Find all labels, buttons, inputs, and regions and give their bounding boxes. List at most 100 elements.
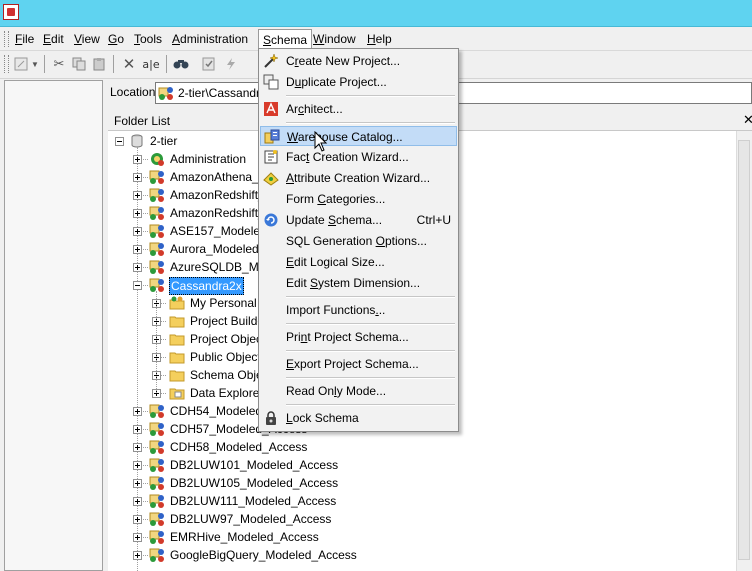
check-icon[interactable] (200, 55, 218, 73)
close-icon[interactable]: ✕ (743, 112, 752, 128)
tree-item-label[interactable]: Data Explorer (189, 385, 264, 401)
menu-window[interactable]: Window (312, 30, 357, 48)
menu-file[interactable]: File (14, 30, 35, 48)
schema-menu-item-attribute-creation-wizard[interactable]: Attribute Creation Wizard... (260, 168, 457, 188)
cut-icon[interactable]: ✂ (50, 55, 68, 73)
schema-menu-item-label: Duplicate Project... (286, 75, 387, 89)
duplicate-icon (263, 74, 279, 90)
project-icon (149, 241, 165, 257)
project-icon (149, 547, 165, 563)
menu-separator (286, 323, 455, 325)
expand-toggle[interactable] (133, 407, 142, 416)
tree-item-label[interactable]: GoogleBigQuery_Modeled_Access (169, 547, 358, 563)
collapse-toggle[interactable] (133, 281, 142, 290)
schema-menu-item-duplicate-project[interactable]: Duplicate Project... (260, 72, 457, 92)
toolbar-separator (166, 55, 167, 73)
expand-toggle[interactable] (133, 515, 142, 524)
expand-toggle[interactable] (133, 443, 142, 452)
schema-menu-item-label: Update Schema... (286, 213, 383, 227)
fact-wizard-icon (263, 149, 279, 165)
folder-icon (169, 349, 185, 365)
expand-toggle[interactable] (133, 245, 142, 254)
schema-menu-item-edit-system-dimension[interactable]: Edit System Dimension... (260, 273, 457, 293)
rename-icon[interactable]: a|e (142, 55, 160, 73)
expand-toggle[interactable] (133, 209, 142, 218)
menu-administration[interactable]: Administration (171, 30, 249, 48)
delete-icon[interactable]: ✕ (120, 55, 138, 73)
data-explorer-icon (169, 385, 185, 401)
project-icon (149, 511, 165, 527)
menu-go[interactable]: Go (107, 30, 125, 48)
expand-toggle[interactable] (133, 479, 142, 488)
app-icon[interactable] (3, 4, 19, 20)
menu-edit[interactable]: Edit (42, 30, 65, 48)
schema-menu-item-lock-schema[interactable]: Lock Schema (260, 408, 457, 428)
schema-menu-item-export-project-schema[interactable]: Export Project Schema... (260, 354, 457, 374)
project-icon (149, 493, 165, 509)
menu-view[interactable]: View (73, 30, 101, 48)
scrollbar-thumb[interactable] (738, 140, 750, 560)
schema-menu-item-import-functions[interactable]: Import Functions... (260, 300, 457, 320)
schema-menu-item-architect[interactable]: Architect... (260, 99, 457, 119)
project-icon (149, 277, 165, 293)
project-icon (149, 205, 165, 221)
menu-separator (286, 350, 455, 352)
project-icon (149, 421, 165, 437)
expand-toggle[interactable] (133, 551, 142, 560)
expand-toggle[interactable] (133, 173, 142, 182)
copy-icon[interactable] (70, 55, 88, 73)
schema-menu-item-update-schema[interactable]: Update Schema... Ctrl+U (260, 210, 457, 230)
schema-menu-item-edit-logical-size[interactable]: Edit Logical Size... (260, 252, 457, 272)
schema-menu-item-create-new-project[interactable]: Create New Project... (260, 51, 457, 71)
schema-menu-item-form-categories[interactable]: Form Categories... (260, 189, 457, 209)
tree-item-label[interactable]: Public Objects (189, 349, 268, 365)
properties-dropdown-icon[interactable]: ▼ (30, 55, 40, 73)
schema-menu-item-label: Import Functions... (286, 303, 386, 317)
collapse-toggle[interactable] (115, 137, 124, 146)
expand-toggle[interactable] (133, 461, 142, 470)
schema-menu-item-label: Create New Project... (286, 54, 401, 68)
schema-menu-item-read-only-mode[interactable]: Read Only Mode... (260, 381, 457, 401)
schema-menu-item-fact-creation-wizard[interactable]: Fact Creation Wizard... (260, 147, 457, 167)
menu-separator (286, 377, 455, 379)
location-label: Location: (110, 85, 159, 99)
schema-menu-item-label: Form Categories... (286, 192, 386, 206)
tree-item-label[interactable]: DB2LUW97_Modeled_Access (169, 511, 332, 527)
tree-item-label[interactable]: Cassandra2x (169, 277, 244, 295)
expand-toggle[interactable] (133, 533, 142, 542)
schema-menu-item-label: Edit System Dimension... (286, 276, 421, 290)
schema-menu-item-print-project-schema[interactable]: Print Project Schema... (260, 327, 457, 347)
tree-item-label[interactable]: DB2LUW111_Modeled_Access (169, 493, 337, 509)
tree-root-label[interactable]: 2-tier (149, 133, 178, 149)
tree-item-label[interactable]: DB2LUW101_Modeled_Access (169, 457, 339, 473)
tree-item-label[interactable]: Administration (169, 151, 247, 167)
expand-toggle[interactable] (133, 425, 142, 434)
folder-list-title: Folder List (114, 114, 171, 128)
project-icon (149, 403, 165, 419)
menu-help[interactable]: Help (366, 30, 393, 48)
expand-toggle[interactable] (133, 263, 142, 272)
expand-toggle[interactable] (133, 497, 142, 506)
project-icon (149, 529, 165, 545)
expand-toggle[interactable] (133, 155, 142, 164)
project-icon (158, 85, 174, 101)
project-icon (149, 259, 165, 275)
find-icon[interactable] (172, 55, 190, 73)
run-icon[interactable] (222, 55, 240, 73)
properties-icon[interactable] (12, 55, 30, 73)
schema-menu-item-warehouse-catalog[interactable]: Warehouse Catalog... (260, 126, 457, 146)
expand-toggle[interactable] (133, 191, 142, 200)
tree-item-label[interactable]: EMRHive_Modeled_Access (169, 529, 320, 545)
lock-icon (263, 410, 279, 426)
menu-schema[interactable]: Schema (258, 29, 313, 50)
schema-menu-item-label: Lock Schema (286, 411, 359, 425)
menu-tools[interactable]: Tools (133, 30, 163, 48)
schema-menu-item-sql-generation-options[interactable]: SQL Generation Options... (260, 231, 457, 251)
tree-item-label[interactable]: DB2LUW105_Modeled_Access (169, 475, 339, 491)
expand-toggle[interactable] (133, 227, 142, 236)
paste-icon[interactable] (90, 55, 108, 73)
menubar-grip[interactable] (4, 31, 9, 47)
tree-item-label[interactable]: CDH58_Modeled_Access (169, 439, 308, 455)
menu-separator (286, 296, 455, 298)
toolbar-grip[interactable] (4, 55, 9, 73)
